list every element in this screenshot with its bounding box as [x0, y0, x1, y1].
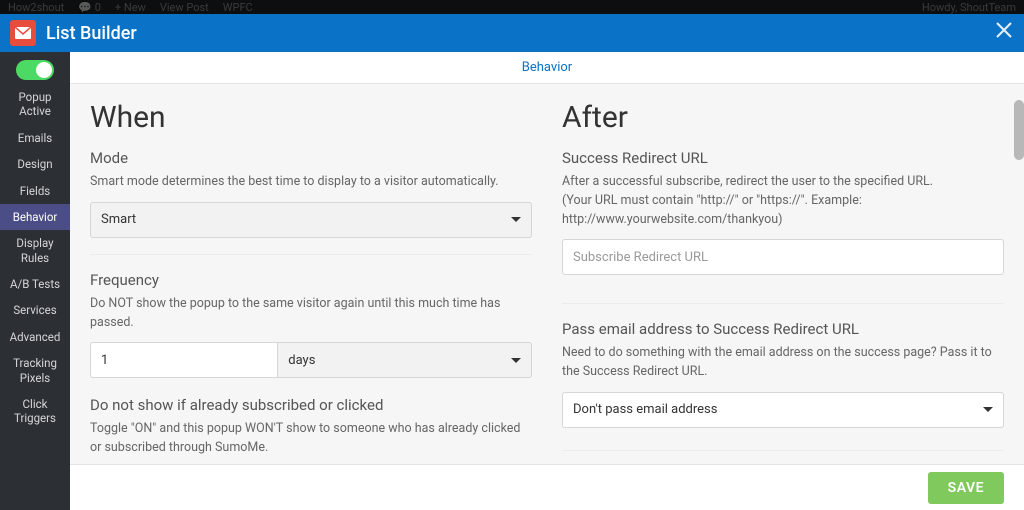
mode-help: Smart mode determines the best time to d… [90, 173, 532, 192]
frequency-unit-select[interactable]: days [277, 342, 532, 378]
scrollbar[interactable] [1014, 100, 1024, 160]
sidebar-toggle-label: Popup Active [0, 88, 70, 125]
wp-view[interactable]: View Post [160, 1, 209, 14]
wp-admin-bar: How2shout 💬 0 + New View Post WPFC Howdy… [0, 0, 1024, 14]
frequency-help: Do NOT show the popup to the same visito… [90, 295, 532, 333]
wp-greeting[interactable]: Howdy, ShoutTeam [922, 1, 1016, 14]
wp-site[interactable]: How2shout [8, 1, 64, 14]
chevron-down-icon [983, 407, 993, 412]
tab-label: Behavior [522, 60, 572, 75]
app-logo [10, 20, 36, 46]
frequency-unit-value: days [288, 353, 315, 368]
pass-email-label: Pass email address to Success Redirect U… [562, 320, 1004, 338]
mode-value: Smart [101, 212, 136, 227]
redirect-label: Success Redirect URL [562, 149, 1004, 167]
sidebar-item-fields[interactable]: Fields [0, 178, 70, 204]
sidebar: Popup Active Emails Design Fields Behavi… [0, 52, 70, 510]
redirect-url-input[interactable] [562, 239, 1004, 275]
sidebar-item-click-triggers[interactable]: Click Triggers [0, 391, 70, 432]
modal-title: List Builder [46, 23, 994, 44]
sidebar-item-design[interactable]: Design [0, 151, 70, 177]
sidebar-item-services[interactable]: Services [0, 297, 70, 323]
wp-wpfc[interactable]: WPFC [223, 1, 253, 14]
wp-comments-icon[interactable]: 💬 0 [78, 1, 101, 14]
chevron-down-icon [511, 217, 521, 222]
mode-label: Mode [90, 149, 532, 167]
frequency-input[interactable] [90, 342, 277, 378]
content-area: Behavior When Mode Smart mode determines… [70, 52, 1024, 510]
sidebar-item-emails[interactable]: Emails [0, 125, 70, 151]
sidebar-item-ab-tests[interactable]: A/B Tests [0, 271, 70, 297]
pass-email-value: Don't pass email address [573, 402, 717, 417]
pass-email-help: Need to do something with the email addr… [562, 344, 1004, 382]
close-icon[interactable] [994, 20, 1014, 46]
mode-select[interactable]: Smart [90, 202, 532, 238]
noshow-help: Toggle "ON" and this popup WON'T show to… [90, 420, 532, 458]
when-heading: When [90, 100, 532, 135]
wp-new[interactable]: + New [115, 1, 146, 14]
after-heading: After [562, 100, 1004, 135]
when-column: When Mode Smart mode determines the best… [88, 96, 534, 464]
tab-behavior[interactable]: Behavior [70, 52, 1024, 84]
frequency-label: Frequency [90, 271, 532, 289]
popup-active-toggle[interactable] [16, 60, 54, 80]
sidebar-item-behavior[interactable]: Behavior [0, 204, 70, 230]
sidebar-item-display-rules[interactable]: Display Rules [0, 230, 70, 271]
redirect-help: After a successful subscribe, redirect t… [562, 173, 1004, 229]
list-builder-modal: List Builder Popup Active Emails Design … [0, 14, 1024, 510]
sidebar-item-advanced[interactable]: Advanced [0, 324, 70, 350]
footer: SAVE [70, 464, 1024, 510]
sidebar-item-tracking-pixels[interactable]: Tracking Pixels [0, 350, 70, 391]
pass-email-select[interactable]: Don't pass email address [562, 392, 1004, 428]
modal-header: List Builder [0, 14, 1024, 52]
save-button[interactable]: SAVE [928, 472, 1004, 504]
noshow-label: Do not show if already subscribed or cli… [90, 396, 532, 414]
after-column: After Success Redirect URL After a succe… [560, 96, 1006, 464]
chevron-down-icon [511, 358, 521, 363]
